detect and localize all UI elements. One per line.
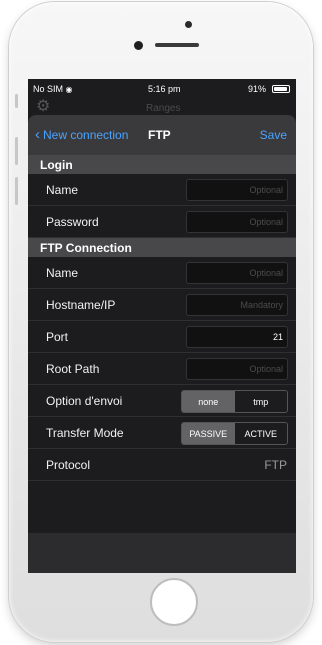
front-camera [134,41,143,50]
back-button[interactable]: ‹ New connection [35,126,129,143]
save-button[interactable]: Save [260,128,287,142]
transfer-mode-segmented-control: PASSIVE ACTIVE [181,422,288,445]
status-time: 5:16 pm [148,84,181,94]
port-label: Port [46,330,69,344]
root-path-label: Root Path [46,362,100,376]
transfer-mode-active[interactable]: ACTIVE [234,423,287,444]
hostname-input[interactable] [186,294,288,316]
port-input[interactable] [186,326,288,348]
send-option-tmp[interactable]: tmp [234,391,287,412]
login-password-input[interactable] [186,211,288,233]
home-button[interactable] [150,578,198,626]
ftp-connection-sheet: ‹ New connection FTP Save Login Name Pas… [28,115,296,573]
status-bar: No SIM ◉ 5:16 pm 91% [28,79,296,99]
transfer-mode-label: Transfer Mode [46,426,124,440]
transfer-mode-passive[interactable]: PASSIVE [182,423,235,444]
login-name-row: Name [28,174,296,206]
wifi-icon: ◉ [65,85,73,94]
root-path-input[interactable] [186,358,288,380]
send-option-label: Option d'envoi [46,394,123,408]
sheet-bottom [28,533,296,573]
volume-down-button [15,177,18,205]
nav-title: FTP [148,128,171,142]
volume-up-button [15,137,18,165]
gear-icon: ⚙ [36,98,51,115]
hostname-label: Hostname/IP [46,298,116,312]
protocol-row[interactable]: Protocol FTP [28,449,296,481]
section-header-ftp: FTP Connection [28,238,296,257]
background-screen: ⚙ Ranges [28,99,296,115]
section-header-login: Login [28,155,296,174]
port-row: Port [28,321,296,353]
root-path-row: Root Path [28,353,296,385]
battery-icon [272,85,290,93]
battery-percent: 91% [247,84,266,94]
protocol-value: FTP [264,458,287,472]
navigation-bar: ‹ New connection FTP Save [28,115,296,155]
chevron-left-icon: ‹ [35,126,40,143]
carrier-label: No SIM ◉ [33,84,73,94]
login-name-label: Name [46,183,79,197]
login-password-label: Password [46,215,99,229]
earpiece-speaker [155,43,199,47]
send-option-row: Option d'envoi none tmp [28,385,296,417]
device-screen: No SIM ◉ 5:16 pm 91% ⚙ Ranges ‹ New conn… [28,79,296,573]
protocol-label: Protocol [46,458,91,472]
login-name-input[interactable] [186,179,288,201]
login-password-row: Password [28,206,296,238]
hostname-row: Hostname/IP [28,289,296,321]
send-option-segmented-control: none tmp [181,390,288,413]
transfer-mode-row: Transfer Mode PASSIVE ACTIVE [28,417,296,449]
background-title: Ranges [146,103,181,114]
ftp-name-input[interactable] [186,262,288,284]
mute-switch [15,94,18,108]
ftp-name-label: Name [46,266,79,280]
send-option-none[interactable]: none [182,391,235,412]
sensor-dot [185,21,192,28]
ftp-name-row: Name [28,257,296,289]
back-button-label: New connection [43,128,129,142]
